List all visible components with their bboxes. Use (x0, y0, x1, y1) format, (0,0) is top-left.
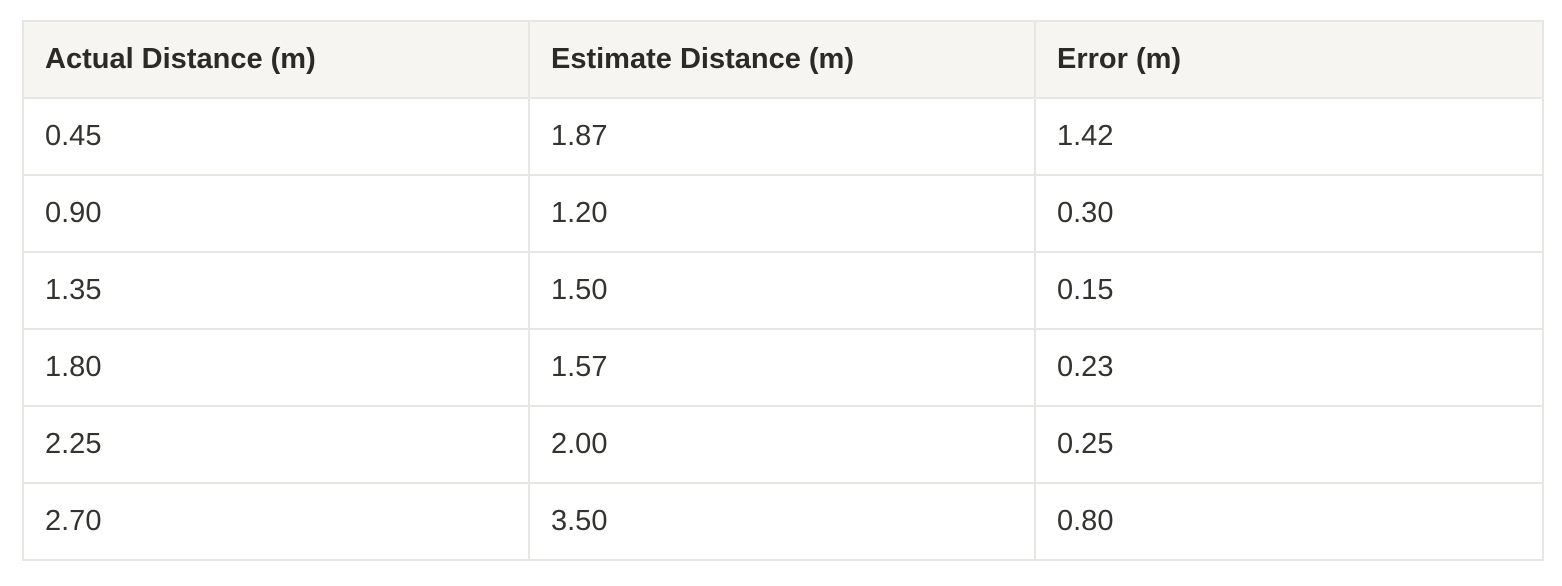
data-table-container: Actual Distance (m) Estimate Distance (m… (22, 20, 1544, 561)
cell-actual-distance: 0.90 (22, 174, 530, 253)
cell-actual-distance: 1.80 (22, 328, 530, 407)
cell-error: 0.15 (1034, 251, 1544, 330)
header-actual-distance: Actual Distance (m) (22, 20, 530, 99)
table-header: Actual Distance (m) Estimate Distance (m… (22, 20, 1544, 99)
header-estimate-distance: Estimate Distance (m) (528, 20, 1036, 99)
cell-estimate-distance: 3.50 (528, 482, 1036, 561)
table-row: 2.25 2.00 0.25 (22, 405, 1544, 484)
table-row: 1.35 1.50 0.15 (22, 251, 1544, 330)
header-row: Actual Distance (m) Estimate Distance (m… (22, 20, 1544, 99)
table-row: 1.80 1.57 0.23 (22, 328, 1544, 407)
cell-error: 0.25 (1034, 405, 1544, 484)
cell-actual-distance: 0.45 (22, 97, 530, 176)
cell-actual-distance: 2.25 (22, 405, 530, 484)
table-row: 0.90 1.20 0.30 (22, 174, 1544, 253)
cell-estimate-distance: 1.20 (528, 174, 1036, 253)
cell-estimate-distance: 1.57 (528, 328, 1036, 407)
cell-error: 0.23 (1034, 328, 1544, 407)
table-row: 0.45 1.87 1.42 (22, 97, 1544, 176)
table-row: 2.70 3.50 0.80 (22, 482, 1544, 561)
cell-error: 1.42 (1034, 97, 1544, 176)
cell-estimate-distance: 2.00 (528, 405, 1036, 484)
header-error: Error (m) (1034, 20, 1544, 99)
table-body: 0.45 1.87 1.42 0.90 1.20 0.30 1.35 1.50 … (22, 97, 1544, 561)
cell-error: 0.80 (1034, 482, 1544, 561)
distance-table: Actual Distance (m) Estimate Distance (m… (22, 20, 1544, 561)
cell-error: 0.30 (1034, 174, 1544, 253)
cell-actual-distance: 2.70 (22, 482, 530, 561)
cell-estimate-distance: 1.87 (528, 97, 1036, 176)
cell-actual-distance: 1.35 (22, 251, 530, 330)
cell-estimate-distance: 1.50 (528, 251, 1036, 330)
